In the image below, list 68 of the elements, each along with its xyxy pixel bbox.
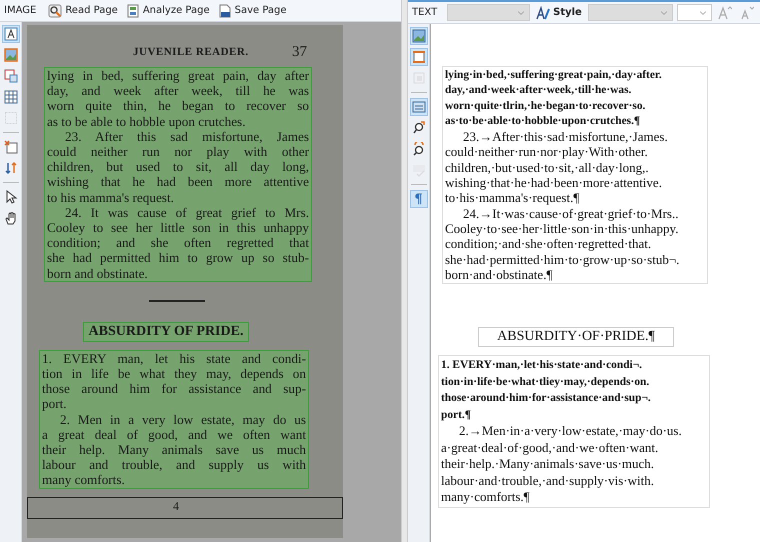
font-shrink-icon — [740, 6, 754, 20]
tool-button[interactable] — [2, 138, 20, 156]
text-line: their help. Many animals save us much — [42, 442, 306, 458]
text-line: 23. After this sad misfortune, James — [64, 128, 309, 144]
text-line: condition; and she often regretted that — [47, 235, 309, 250]
text-area-icon — [4, 27, 18, 41]
magnifier-icon — [412, 121, 426, 135]
text-area[interactable] — [44, 67, 312, 282]
text-line: wishing that he had been more attentive — [47, 174, 309, 190]
text-line: she had permitted him to grow up so stub- — [47, 250, 309, 266]
table-area-icon — [4, 69, 18, 83]
text-line: those around him for assistance and sup- — [42, 381, 306, 396]
read-page-icon — [48, 4, 62, 18]
text-line: tion in life be what they may, depends on — [42, 366, 306, 382]
text-line: 2. Men in a very low estate, may do us — [59, 412, 306, 427]
pointer-icon — [4, 190, 18, 204]
tool-button[interactable] — [2, 88, 20, 106]
toolbar-button[interactable]: Save Page — [216, 2, 289, 18]
text-line: as to be able to hobble upon crutches. — [47, 114, 246, 129]
frame-icon — [412, 71, 426, 85]
paragraph-text: 24.→It·was·cause·of·great·grief·to·Mrs.. Cooley·to·see·her·little·son·in·this·unhappy. condition;·and·she·often·regretted·that. she·had·permitted·him·to·grow·up·so·stub¬. born·and·obstinate.¶ — [445, 206, 680, 282]
grid-icon — [4, 90, 18, 104]
text-line: born and obstinate. — [47, 266, 149, 281]
style-pen-icon — [536, 6, 550, 20]
dotted-box-icon — [4, 111, 18, 125]
reorder-arrows-icon — [4, 161, 18, 175]
text-line: Cooley to see her little son in this unhappy — [47, 220, 309, 236]
hand-icon — [4, 211, 18, 225]
text-line: day, and week after week, till he was — [47, 83, 309, 98]
text-line: many comforts. — [42, 472, 126, 488]
save-page-icon — [218, 4, 232, 18]
heading-text: ABSURDITY·OF·PRIDE.¶ — [478, 327, 674, 348]
text-area[interactable] — [39, 350, 309, 489]
picture-area-icon — [4, 48, 18, 62]
analyze-page-icon — [126, 4, 140, 18]
paragraph-text: lying·in·bed,·suffering·great·pain,·day·after. day,·and·week·after·week,·till·he·was. worn·quite·tlrin,·he·began·to·recover·so. as·to·be·able·to·hobble·upon·crutches.¶ — [445, 68, 663, 129]
text-line: lying in bed, suffering great pain, day after — [47, 68, 309, 84]
running-head: JUVENILE READER. — [133, 46, 249, 58]
text-line: could neither run nor play with other — [47, 144, 309, 160]
text-line: 24. It was cause of great grief to Mrs. — [64, 204, 309, 220]
panel-title: IMAGE — [4, 5, 36, 16]
text-line: worn quite thin, he began to recover so — [47, 98, 309, 114]
paragraph-text: 2.→Men·in·a·very·low·estate,·may·do·us. a·great·deal·of·good,·and·we·often·want. their·help.·Many·animals·save·us·much. labour·and·trouble,·and·supply·vis·with. many·comforts.¶ — [441, 423, 683, 506]
text-line: labour and trouble, and supply us with — [42, 457, 306, 472]
magnifier-icon — [412, 142, 426, 156]
paragraph-text: 1. EVERY·man,·let·his·state·and·condi¬. tion·in·life·be·what·tliey·may,·depends·on. those·around·him·for·assistance·and·sup¬. port.¶ — [441, 358, 652, 423]
font-grow-icon — [718, 6, 732, 20]
text-line: 1. EVERY man, let his state and condi- — [42, 350, 306, 366]
toolbar-button[interactable]: Analyze Page — [124, 2, 212, 18]
check-icon — [412, 163, 426, 177]
rule-line — [149, 300, 205, 302]
panel-title: TEXT — [412, 7, 438, 18]
tool-button[interactable]: ¶ — [410, 190, 428, 208]
tool-button[interactable] — [2, 25, 20, 43]
text-line: port. — [42, 396, 68, 412]
style-button[interactable]: Style — [534, 4, 584, 20]
text-line: a great deal of good, and we often want — [42, 426, 306, 442]
text-line: children, but used to sit, all day long, — [47, 159, 309, 174]
page-number: 37 — [292, 44, 307, 60]
footer-number: 4 — [173, 498, 180, 514]
frame-icon — [412, 50, 426, 64]
picture-icon — [412, 29, 426, 43]
paragraph-text: 23.→After·this·sad·misfortune,·James. could·neither·run·nor·play·With·other. children,·but·used·to·sit,·all·day·long,. wishing·that·he·had·been·more·attentive. to·his·mamma's·request.¶ — [445, 129, 669, 206]
toolbar-button[interactable]: Read Page — [46, 2, 120, 18]
text-line: to his mamma's request. — [47, 190, 175, 205]
title-area[interactable]: ABSURDITY OF PRIDE. — [82, 322, 250, 342]
delete-area-icon — [4, 140, 18, 154]
tool-button[interactable] — [410, 48, 428, 66]
